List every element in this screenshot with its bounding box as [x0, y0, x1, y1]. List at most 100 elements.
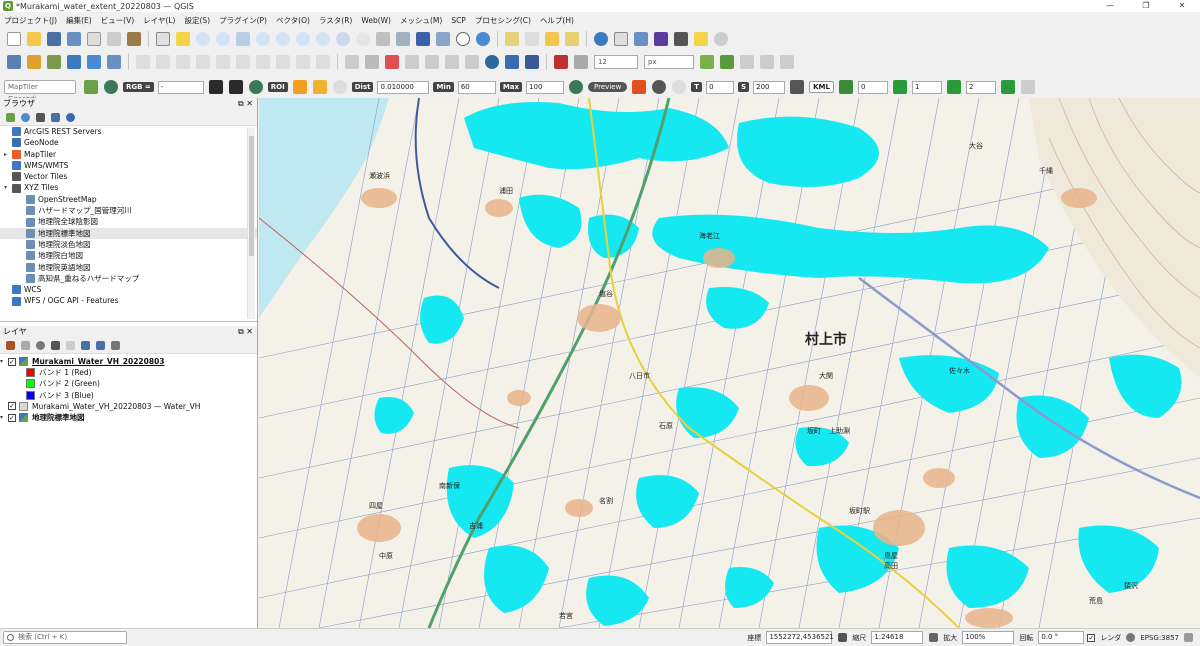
menu-plugins[interactable]: プラグイン(P): [219, 15, 267, 26]
add-vectorlayer-icon[interactable]: [107, 55, 121, 69]
zoom-roi-icon[interactable]: [248, 80, 263, 94]
change-label-icon[interactable]: [465, 55, 479, 69]
browser-item[interactable]: GeoNode: [0, 137, 257, 148]
roi-orange-icon[interactable]: [292, 80, 307, 94]
collapse-layers-icon[interactable]: [96, 341, 105, 350]
add-roi-icon[interactable]: [312, 80, 327, 94]
browser-item[interactable]: OpenStreetMap: [0, 194, 257, 205]
preview-toggle[interactable]: Preview: [588, 82, 628, 92]
roi-polygon-icon[interactable]: [208, 80, 223, 94]
zoom-last-icon[interactable]: [336, 32, 350, 46]
zoom-scp-icon[interactable]: [104, 80, 118, 94]
browser-item[interactable]: ▸ MapTiler: [0, 149, 257, 160]
label-style-icon[interactable]: [385, 55, 399, 69]
style-manager-icon[interactable]: [127, 32, 141, 46]
add-raster-icon[interactable]: [27, 55, 41, 69]
python-icon[interactable]: [505, 55, 519, 69]
refresh-icon[interactable]: [476, 32, 490, 46]
zoom-full-icon[interactable]: [256, 32, 270, 46]
statistics-sigma-icon[interactable]: [654, 32, 668, 46]
expand-arrow-icon[interactable]: ▾: [0, 356, 8, 367]
browser-item[interactable]: 地理院全球陰影図: [0, 216, 257, 227]
pan-to-selection-icon[interactable]: [176, 32, 190, 46]
dist-field[interactable]: 0.010000: [377, 80, 430, 94]
layer-checkbox[interactable]: ✓: [8, 357, 16, 366]
unit-dropdown[interactable]: px: [644, 55, 694, 69]
menu-project[interactable]: プロジェクト(J): [4, 15, 57, 26]
band-set-icon[interactable]: [838, 80, 853, 94]
zoom-rubberband-icon[interactable]: [236, 32, 250, 46]
measure-icon[interactable]: [674, 32, 688, 46]
pin-label-icon[interactable]: [365, 55, 379, 69]
browser-item[interactable]: 地理院標準地図: [0, 227, 257, 239]
rotation-field[interactable]: 0.0 °: [1038, 631, 1085, 644]
menu-processing[interactable]: プロセシング(C): [475, 15, 531, 26]
zoom-to-selection-icon[interactable]: [276, 32, 290, 46]
visibility-eye-icon[interactable]: [36, 341, 45, 350]
band-field-1[interactable]: 1: [911, 80, 942, 94]
layer-row-gsi-standard[interactable]: ▾ ✓ 地理院標準地図: [0, 412, 257, 423]
map-canvas[interactable]: 村上市 大谷 千縄 瀬波浜 浦田 塩谷 海老江 大関 南新保 四屋 中原 八日市…: [259, 98, 1200, 628]
roi-point-icon[interactable]: [228, 80, 243, 94]
rotate-label-icon[interactable]: [445, 55, 459, 69]
expand-arrow-icon[interactable]: ▾: [4, 182, 12, 193]
expand-all-icon[interactable]: [81, 341, 90, 350]
spatial-bookmark-icon[interactable]: [416, 32, 430, 46]
map-svg[interactable]: 村上市 大谷 千縄 瀬波浜 浦田 塩谷 海老江 大関 南新保 四屋 中原 八日市…: [259, 98, 1200, 628]
save-project-icon[interactable]: [47, 32, 61, 46]
transparency-icon[interactable]: [672, 80, 687, 94]
menu-layer[interactable]: レイヤ(L): [143, 15, 175, 26]
scp-icon[interactable]: [485, 55, 499, 69]
browser-item[interactable]: 地理院白地図: [0, 250, 257, 261]
pan-hand-icon[interactable]: [156, 32, 170, 46]
layer-checkbox[interactable]: ✓: [8, 402, 16, 411]
show-bookmarks-icon[interactable]: [436, 32, 450, 46]
lock-scale-icon[interactable]: [929, 633, 939, 642]
menu-edit[interactable]: 編集(E): [66, 15, 92, 26]
snapping-icon[interactable]: [574, 55, 588, 69]
browser-item[interactable]: WMS/WMTS: [0, 160, 257, 171]
menu-settings[interactable]: 設定(S): [184, 15, 210, 26]
band-next-icon-1[interactable]: [946, 80, 961, 94]
layout-manager-icon[interactable]: [107, 32, 121, 46]
scale-field[interactable]: 1:24618: [871, 631, 924, 644]
deselect-icon[interactable]: [545, 32, 559, 46]
classification-icon[interactable]: [632, 80, 647, 94]
filter-browser-icon[interactable]: [36, 113, 45, 122]
menu-raster[interactable]: ラスタ(R): [319, 15, 352, 26]
t-field[interactable]: 0: [706, 80, 735, 94]
layer-row-water-vh-polygon[interactable]: ✓ Murakami_Water_VH_20220803 — Water_VH: [0, 401, 257, 412]
save-as-icon[interactable]: [67, 32, 81, 46]
new-project-icon[interactable]: [7, 32, 21, 46]
expand-arrow-icon[interactable]: ▸: [4, 149, 12, 160]
redo-preview-icon[interactable]: [652, 80, 667, 94]
browser-scrollbar[interactable]: [247, 128, 255, 319]
band-next-icon-0[interactable]: [892, 80, 907, 94]
processing-toolbox-icon[interactable]: [634, 32, 648, 46]
add-vector-icon[interactable]: [47, 55, 61, 69]
remove-temp-icon[interactable]: [790, 80, 805, 94]
add-layer-icon[interactable]: [7, 55, 21, 69]
layer-checkbox[interactable]: ✓: [8, 413, 16, 422]
s-field[interactable]: 200: [753, 80, 786, 94]
style-layer-icon[interactable]: [6, 341, 15, 350]
settings-gear-icon[interactable]: [714, 32, 728, 46]
browser-item[interactable]: WFS / OGC API - Features: [0, 295, 257, 306]
add-selected-icon[interactable]: [6, 113, 15, 122]
open-project-icon[interactable]: [27, 32, 41, 46]
band-table-icon[interactable]: [1020, 80, 1035, 94]
add-group-icon[interactable]: [21, 341, 30, 350]
browser-item[interactable]: 地理院淡色地図: [0, 239, 257, 250]
collapse-all-icon[interactable]: [51, 113, 60, 122]
identify-icon[interactable]: [594, 32, 608, 46]
menu-scp[interactable]: SCP: [451, 16, 466, 25]
new-map-view-icon[interactable]: [376, 32, 390, 46]
zoom-native-icon[interactable]: [316, 32, 330, 46]
add-wms-icon[interactable]: [87, 55, 101, 69]
georeferencer-icon[interactable]: [700, 55, 714, 69]
scp-dock-icon[interactable]: [84, 80, 98, 94]
browser-item[interactable]: 地理院英語地図: [0, 262, 257, 273]
zoom-next-icon[interactable]: [356, 32, 370, 46]
zoom-out-icon[interactable]: [216, 32, 230, 46]
browser-item[interactable]: 高知県_重ねるハザードマップ: [0, 273, 257, 284]
